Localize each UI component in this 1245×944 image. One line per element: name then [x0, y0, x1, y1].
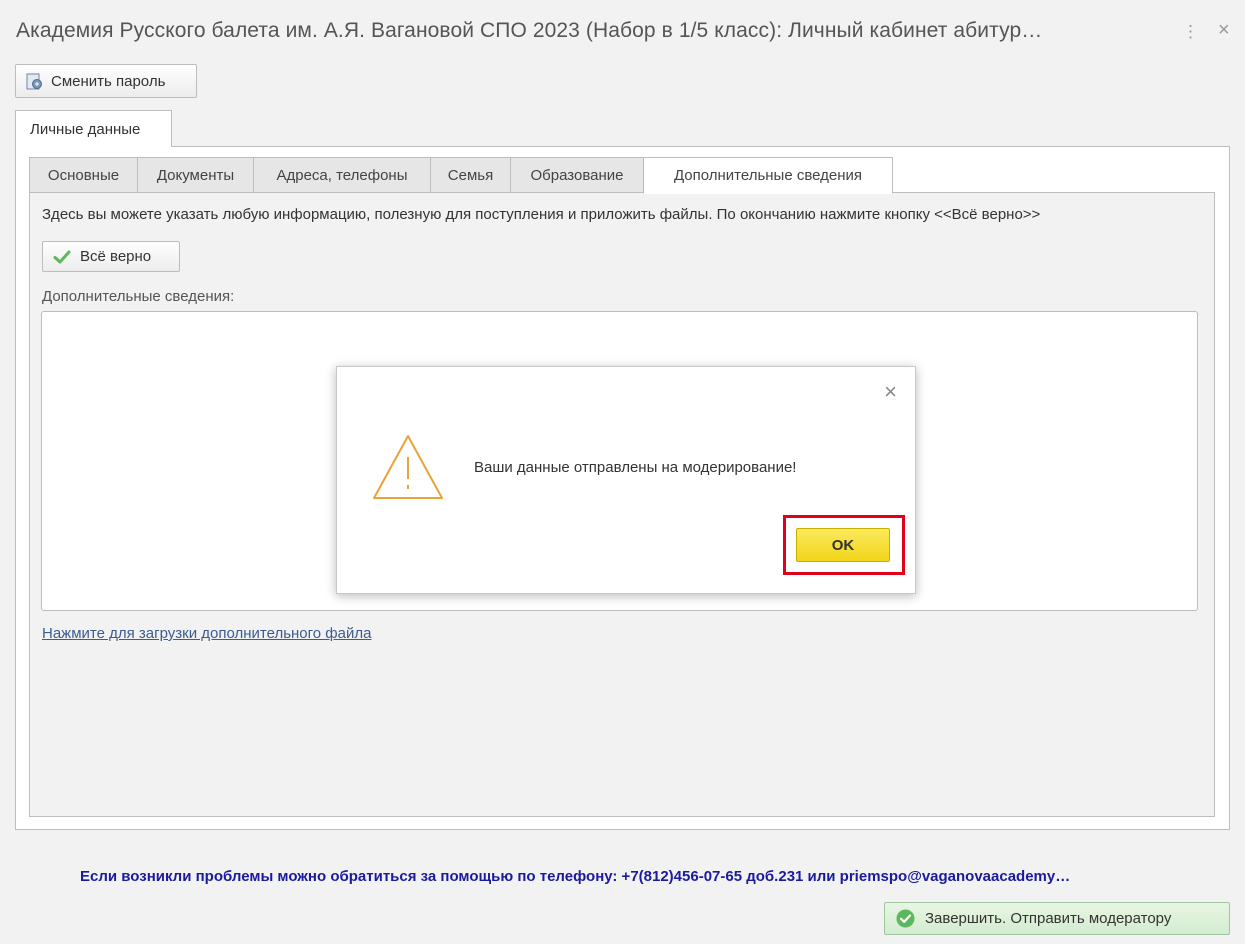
- additional-info-label: Дополнительные сведения:: [42, 288, 235, 305]
- all-right-button[interactable]: Всё верно: [42, 241, 180, 272]
- upload-file-link[interactable]: Нажмите для загрузки дополнительного фай…: [42, 625, 371, 642]
- tab-main[interactable]: Основные: [29, 157, 138, 193]
- window-close-icon[interactable]: ×: [1218, 19, 1230, 42]
- tab-documents[interactable]: Документы: [137, 157, 254, 193]
- checkmark-icon: [53, 250, 71, 263]
- ok-button[interactable]: OK: [796, 528, 890, 562]
- warning-triangle-icon: [373, 435, 443, 499]
- help-contact-text: Если возникли проблемы можно обратиться …: [80, 868, 1071, 885]
- all-right-label: Всё верно: [80, 248, 152, 265]
- finish-label: Завершить. Отправить модератору: [925, 910, 1172, 927]
- instructions-text: Здесь вы можете указать любую информацию…: [42, 206, 1041, 223]
- tab-education[interactable]: Образование: [510, 157, 644, 193]
- check-circle-icon: [896, 909, 915, 928]
- change-password-button[interactable]: Сменить пароль: [15, 64, 197, 98]
- change-password-label: Сменить пароль: [51, 72, 166, 90]
- moderation-dialog: × Ваши данные отправлены на модерировани…: [336, 366, 916, 594]
- title-bar: Академия Русского балета им. А.Я. Вагано…: [0, 0, 1245, 64]
- settings-doc-icon: [26, 73, 42, 89]
- finish-send-to-moderator-button[interactable]: Завершить. Отправить модератору: [884, 902, 1230, 935]
- dialog-message: Ваши данные отправлены на модерирование!: [474, 459, 797, 476]
- tab-family[interactable]: Семья: [430, 157, 511, 193]
- more-menu-icon[interactable]: ⋮: [1182, 22, 1199, 42]
- tab-addresses-phones[interactable]: Адреса, телефоны: [253, 157, 431, 193]
- tab-personal-data[interactable]: Личные данные: [15, 110, 172, 147]
- close-icon[interactable]: ×: [884, 379, 897, 405]
- tab-additional-info[interactable]: Дополнительные сведения: [643, 157, 893, 194]
- window-title: Академия Русского балета им. А.Я. Вагано…: [16, 19, 1043, 42]
